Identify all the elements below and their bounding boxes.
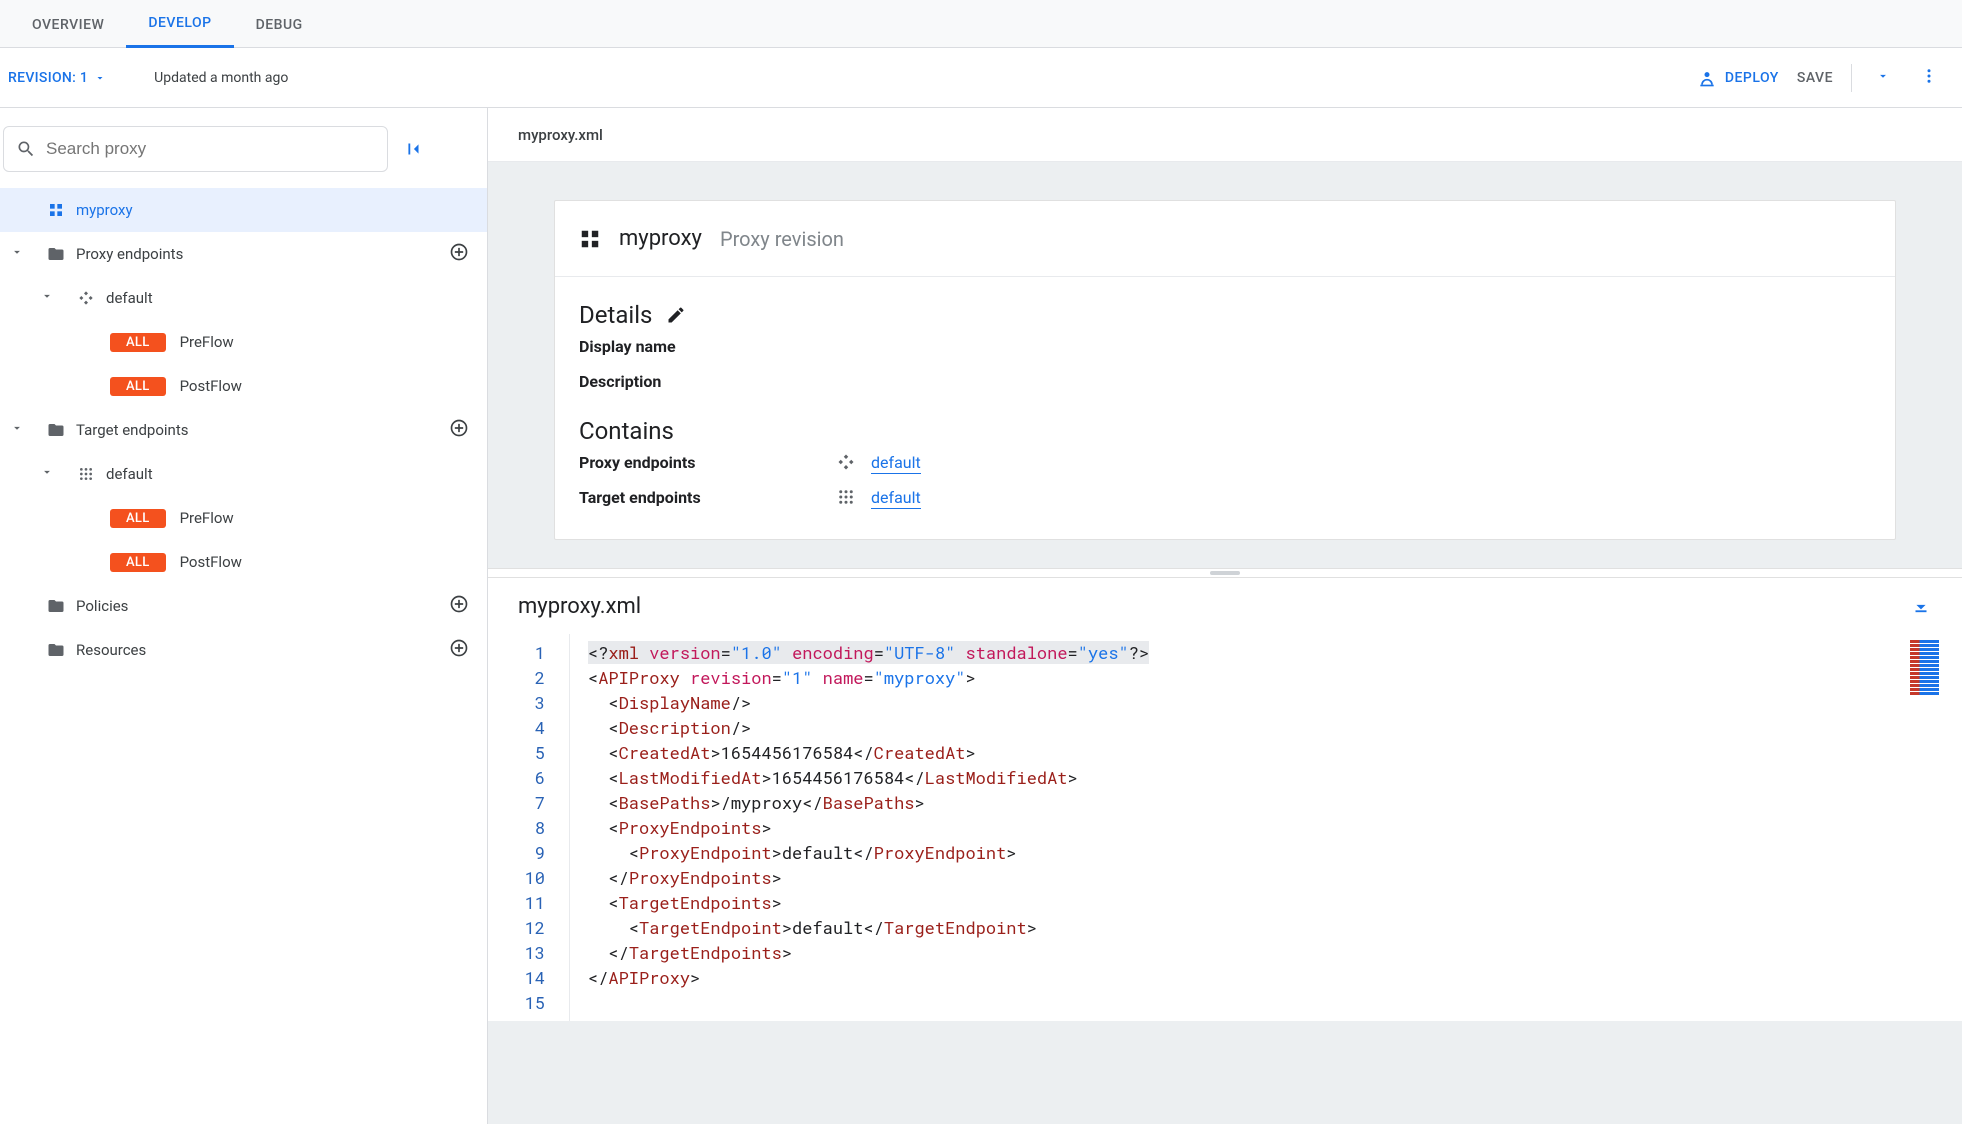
tree-label: PostFlow <box>180 377 242 395</box>
overflow-menu[interactable] <box>1914 63 1944 93</box>
chevron-down-icon <box>40 465 58 483</box>
tree-node-target-preflow[interactable]: ALL PreFlow <box>0 496 487 540</box>
search-input-container <box>3 126 388 172</box>
pane-splitter[interactable] <box>488 568 1962 578</box>
http-verb-chip: ALL <box>110 377 166 396</box>
tree-node-resources[interactable]: Resources <box>0 628 487 672</box>
target-endpoint-link[interactable]: default <box>871 488 921 509</box>
deploy-button[interactable]: DEPLOY <box>1697 68 1779 88</box>
line-gutter: 123456789101112131415 <box>488 634 570 1021</box>
revision-label: REVISION: 1 <box>8 70 88 86</box>
tree-node-target-postflow[interactable]: ALL PostFlow <box>0 540 487 584</box>
proxy-icon <box>579 228 601 250</box>
revision-dropdown[interactable]: REVISION: 1 <box>8 70 106 86</box>
tree-node-policies[interactable]: Policies <box>0 584 487 628</box>
folder-icon <box>46 245 66 263</box>
tree-label: PostFlow <box>180 553 242 571</box>
add-proxy-endpoint-button[interactable] <box>449 242 469 266</box>
tree-label: default <box>106 289 153 307</box>
tree-node-proxy-root[interactable]: myproxy <box>0 188 487 232</box>
endpoint-icon <box>76 290 96 306</box>
save-dropdown[interactable] <box>1870 65 1896 91</box>
chevron-down-icon <box>94 72 106 84</box>
separator <box>1851 64 1852 92</box>
code-editor-header: myproxy.xml <box>488 578 1962 634</box>
details-heading: Details <box>579 301 652 329</box>
contains-heading: Contains <box>579 417 674 445</box>
tree-label: default <box>106 465 153 483</box>
tab-develop[interactable]: DEVELOP <box>126 1 233 48</box>
chevron-down-icon <box>10 245 28 263</box>
card-subtitle: Proxy revision <box>720 227 844 251</box>
search-icon <box>16 139 36 159</box>
tree-node-target-endpoints[interactable]: Target endpoints <box>0 408 487 452</box>
deploy-icon <box>1697 68 1717 88</box>
target-icon <box>837 488 871 507</box>
description-label: Description <box>579 372 837 391</box>
code-editor[interactable]: 123456789101112131415 <?xml version="1.0… <box>488 634 1962 1021</box>
minimap[interactable] <box>1906 640 1958 698</box>
sidebar: myproxy Proxy endpoints default ALL PreF… <box>0 108 488 1124</box>
code-title: myproxy.xml <box>518 594 641 619</box>
display-name-label: Display name <box>579 337 837 356</box>
tab-debug[interactable]: DEBUG <box>234 3 325 47</box>
http-verb-chip: ALL <box>110 333 166 352</box>
details-card: myproxy Proxy revision Details Display n… <box>554 200 1896 540</box>
http-verb-chip: ALL <box>110 553 166 572</box>
proxy-icon <box>46 202 66 218</box>
tree-node-proxy-default[interactable]: default <box>0 276 487 320</box>
tree-node-proxy-preflow[interactable]: ALL PreFlow <box>0 320 487 364</box>
tree-label: Target endpoints <box>76 421 189 439</box>
deploy-label: DEPLOY <box>1725 70 1779 86</box>
collapse-sidebar-button[interactable] <box>402 138 424 160</box>
code-content[interactable]: <?xml version="1.0" encoding="UTF-8" sta… <box>570 634 1962 1021</box>
breadcrumb: myproxy.xml <box>488 108 1962 162</box>
http-verb-chip: ALL <box>110 509 166 528</box>
add-resource-button[interactable] <box>449 638 469 662</box>
tree-label: Proxy endpoints <box>76 245 183 263</box>
search-input[interactable] <box>46 139 375 159</box>
tree-node-proxy-postflow[interactable]: ALL PostFlow <box>0 364 487 408</box>
target-endpoints-label: Target endpoints <box>579 488 837 507</box>
edit-icon[interactable] <box>666 305 686 325</box>
card-title: myproxy <box>619 226 702 251</box>
tree-node-target-default[interactable]: default <box>0 452 487 496</box>
breadcrumb-text: myproxy.xml <box>518 126 603 144</box>
tree-label-proxy-root: myproxy <box>76 201 133 219</box>
tree-node-proxy-endpoints[interactable]: Proxy endpoints <box>0 232 487 276</box>
folder-icon <box>46 421 66 439</box>
tab-overview[interactable]: OVERVIEW <box>10 3 126 47</box>
proxy-endpoints-label: Proxy endpoints <box>579 453 837 472</box>
target-icon <box>76 466 96 482</box>
content-area: myproxy.xml myproxy Proxy revision Detai… <box>488 108 1962 1124</box>
folder-icon <box>46 597 66 615</box>
collapse-editor-button[interactable] <box>1910 592 1932 620</box>
save-button[interactable]: SAVE <box>1797 70 1833 86</box>
updated-text: Updated a month ago <box>154 70 288 86</box>
revision-toolbar: REVISION: 1 Updated a month ago DEPLOY S… <box>0 48 1962 108</box>
add-policy-button[interactable] <box>449 594 469 618</box>
tree-label: PreFlow <box>180 333 234 351</box>
add-target-endpoint-button[interactable] <box>449 418 469 442</box>
chevron-down-icon <box>10 421 28 439</box>
top-tabs: OVERVIEW DEVELOP DEBUG <box>0 0 1962 48</box>
tree-label: Policies <box>76 597 128 615</box>
folder-icon <box>46 641 66 659</box>
proxy-endpoint-link[interactable]: default <box>871 453 921 474</box>
tree-label: Resources <box>76 641 146 659</box>
chevron-down-icon <box>40 289 58 307</box>
endpoint-icon <box>837 453 871 472</box>
tree-label: PreFlow <box>180 509 234 527</box>
